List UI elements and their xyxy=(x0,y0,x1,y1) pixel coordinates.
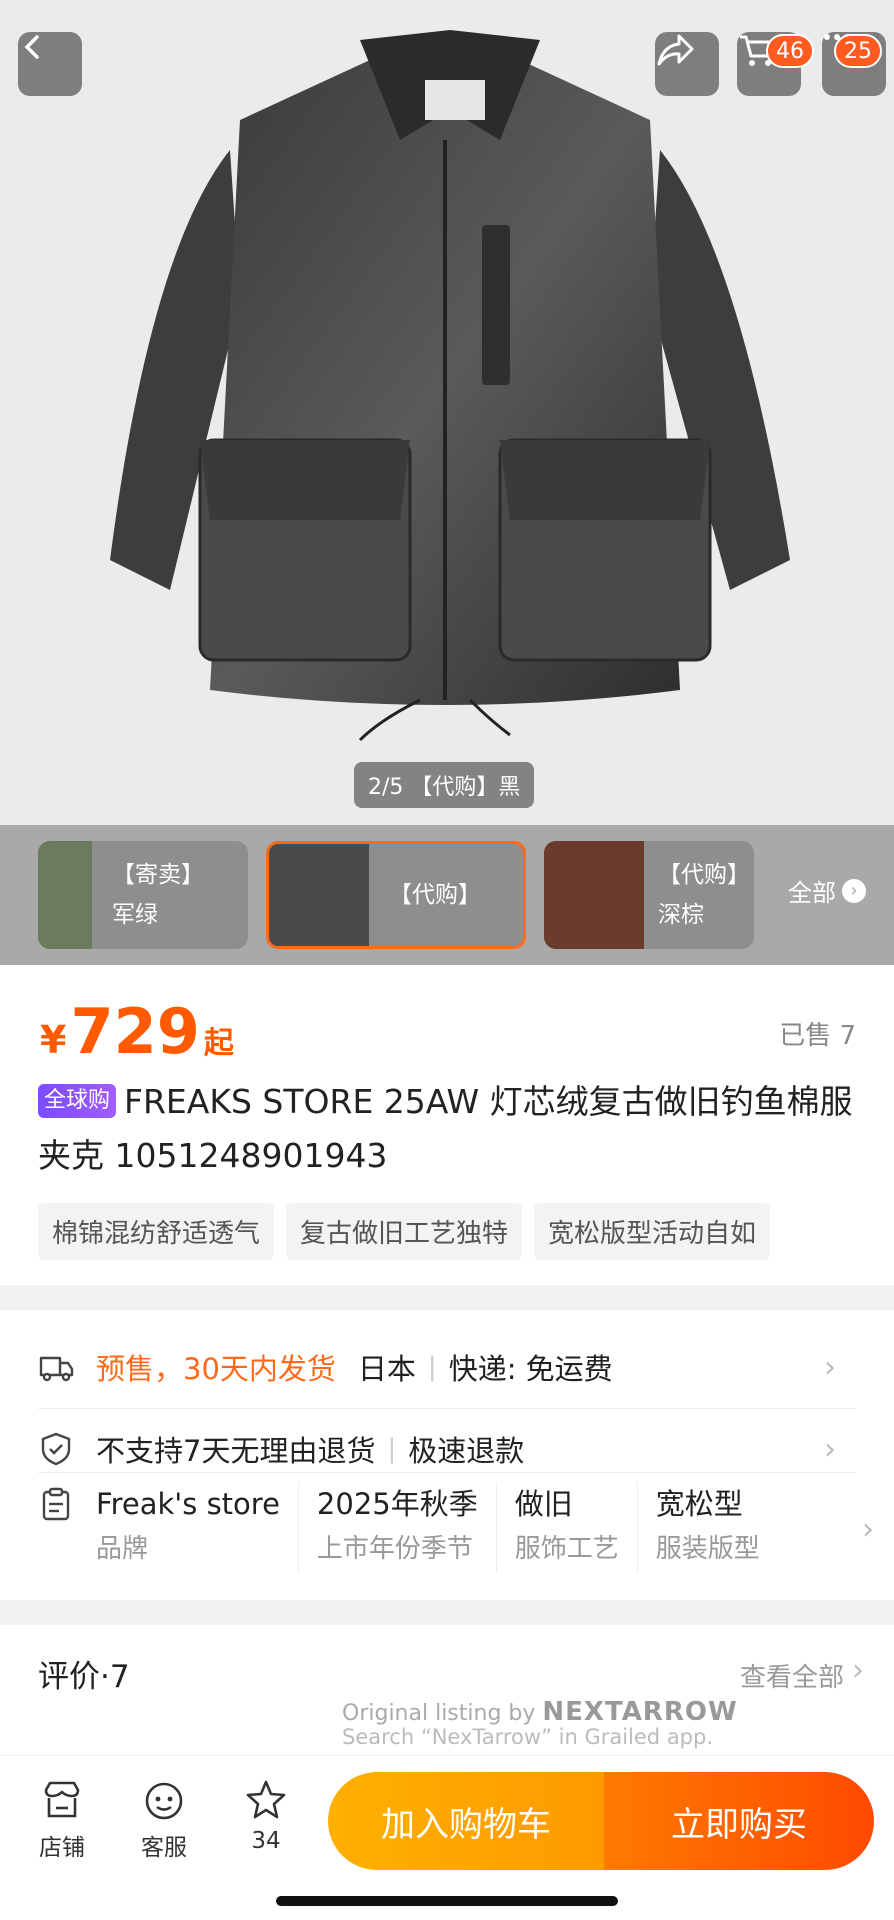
divider xyxy=(38,1408,856,1409)
view-all-reviews-link[interactable]: 查看全部 xyxy=(740,1657,844,1694)
feature-chip: 宽松版型活动自如 xyxy=(534,1203,771,1260)
attribute-fit: 宽松型 服装版型 xyxy=(656,1482,778,1572)
price-suffix: 起 xyxy=(203,1026,234,1061)
home-indicator xyxy=(276,1896,618,1906)
add-to-cart-button[interactable]: 加入购物车 xyxy=(328,1772,604,1870)
price: ¥ 729 起 xyxy=(40,995,234,1068)
chevron-right-icon: › xyxy=(852,1653,864,1688)
product-info: ¥ 729 起 已售 7 全球购 FREAKS STORE 25AW 灯芯绒复古做… xyxy=(0,965,894,1285)
sold-count: 已售 7 xyxy=(779,1021,856,1051)
attribute-key: 上市年份季节 xyxy=(316,1534,473,1564)
presale-text: 预售，30天内发货 xyxy=(96,1352,336,1386)
feature-chip: 棉锦混纺舒适透气 xyxy=(38,1203,275,1260)
store-icon xyxy=(44,1781,80,1818)
price-currency: ¥ xyxy=(40,1018,67,1062)
all-variants-label: 全部 xyxy=(788,879,836,907)
store-label: 店铺 xyxy=(39,1835,85,1861)
chevron-right-icon: › xyxy=(824,1349,836,1385)
product-attributes[interactable]: Freak's store 品牌 2025年秋季 上市年份季节 做旧 服饰工艺 … xyxy=(38,1482,874,1582)
watermark-subtext: Search “NexTarrow” in Grailed app. xyxy=(342,1725,714,1749)
share-icon xyxy=(657,34,694,66)
reviews-section: 评价·7 查看全部 › Original listing by NEXTARRO… xyxy=(0,1625,894,1755)
variant-item[interactable]: 【寄卖】 军绿 xyxy=(38,841,248,949)
chevron-left-icon xyxy=(24,35,39,59)
favorite-button[interactable]: 34 xyxy=(226,1778,306,1854)
attribute-craft: 做旧 服饰工艺 xyxy=(515,1482,638,1572)
attribute-value: Freak's store xyxy=(96,1487,280,1521)
variant-label: 【代购】 xyxy=(658,862,750,888)
customer-service-label: 客服 xyxy=(141,1835,187,1861)
customer-service-button[interactable]: 客服 xyxy=(124,1778,204,1862)
watermark-brand: NEXTARROW xyxy=(542,1697,738,1727)
refund-text: 极速退款 xyxy=(408,1434,525,1468)
divider: | xyxy=(427,1352,437,1382)
global-purchase-tag: 全球购 xyxy=(38,1084,117,1118)
attribute-value: 做旧 xyxy=(514,1487,573,1521)
jacket-photo xyxy=(0,0,894,825)
return-policy-text: 不支持7天无理由退货 xyxy=(96,1434,376,1468)
image-indicator: 2/5 【代购】黑 xyxy=(354,762,535,808)
variant-thumbnail xyxy=(544,841,644,949)
reviews-title: 评价·7 xyxy=(38,1659,130,1695)
attribute-brand: Freak's store 品牌 xyxy=(96,1482,299,1572)
divider xyxy=(38,1472,856,1473)
origin-text: 日本 xyxy=(357,1352,416,1386)
bottom-action-bar: 店铺 客服 34 加入购物车 立即购买 xyxy=(0,1755,894,1920)
all-variants-button[interactable]: 全部 › xyxy=(788,873,866,908)
chevron-right-icon: › xyxy=(824,1431,836,1467)
watermark-text: Original listing by xyxy=(342,1701,536,1726)
variant-item-selected[interactable]: 【代购】 xyxy=(266,841,526,949)
watermark: Original listing by NEXTARROW xyxy=(342,1697,738,1727)
product-title-text: FREAKS STORE 25AW 灯芯绒复古做旧钓鱼棉服夹克 10512489… xyxy=(38,1082,853,1175)
variant-color: 深棕 xyxy=(658,902,704,928)
service-section: 预售，30天内发货 日本 | 快递: 免运费 › 不支持7天无理由退货 | 极速… xyxy=(0,1310,894,1600)
buy-now-button[interactable]: 立即购买 xyxy=(604,1772,874,1870)
chevron-right-icon: › xyxy=(862,1512,874,1547)
product-title: 全球购 FREAKS STORE 25AW 灯芯绒复古做旧钓鱼棉服夹克 10512… xyxy=(38,1075,858,1183)
variant-label: 【代购】 xyxy=(389,882,481,908)
attribute-value: 2025年秋季 xyxy=(316,1487,478,1521)
attribute-value: 宽松型 xyxy=(655,1487,743,1521)
product-image[interactable]: 46 25 2/5 【代购】黑 xyxy=(0,0,894,825)
truck-icon xyxy=(39,1356,74,1382)
shield-check-icon xyxy=(41,1432,71,1466)
attribute-key: 品牌 xyxy=(96,1534,149,1564)
chevron-right-icon: › xyxy=(842,878,866,903)
back-button[interactable] xyxy=(18,32,82,96)
clipboard-icon xyxy=(42,1487,70,1521)
variant-item[interactable]: 【代购】 深棕 xyxy=(544,841,754,949)
favorite-count: 34 xyxy=(251,1828,281,1854)
chat-face-icon xyxy=(145,1782,183,1820)
shipping-row[interactable]: 预售，30天内发货 日本 | 快递: 免运费 › xyxy=(38,1346,856,1388)
share-button[interactable] xyxy=(655,32,719,96)
divider: | xyxy=(387,1434,397,1464)
star-icon xyxy=(246,1780,286,1819)
express-text: 快递: 免运费 xyxy=(448,1352,613,1386)
variant-thumbnail xyxy=(269,844,369,946)
attribute-key: 服装版型 xyxy=(655,1534,760,1564)
message-count-badge: 25 xyxy=(834,34,882,68)
cart-count-badge: 46 xyxy=(766,34,814,68)
variant-color: 军绿 xyxy=(112,902,158,928)
variant-thumbnail xyxy=(38,841,92,949)
feature-chips: 棉锦混纺舒适透气 复古做旧工艺独特 宽松版型活动自如 xyxy=(38,1203,771,1260)
attribute-season: 2025年秋季 上市年份季节 xyxy=(317,1482,497,1572)
returns-row[interactable]: 不支持7天无理由退货 | 极速退款 › xyxy=(38,1428,856,1470)
feature-chip: 复古做旧工艺独特 xyxy=(286,1203,523,1260)
price-value: 729 xyxy=(70,995,200,1068)
variant-selector: 【寄卖】 军绿 【代购】 【代购】 深棕 全部 › xyxy=(0,825,894,965)
attribute-key: 服饰工艺 xyxy=(514,1534,619,1564)
store-button[interactable]: 店铺 xyxy=(22,1778,102,1862)
variant-label: 【寄卖】 xyxy=(112,862,204,888)
